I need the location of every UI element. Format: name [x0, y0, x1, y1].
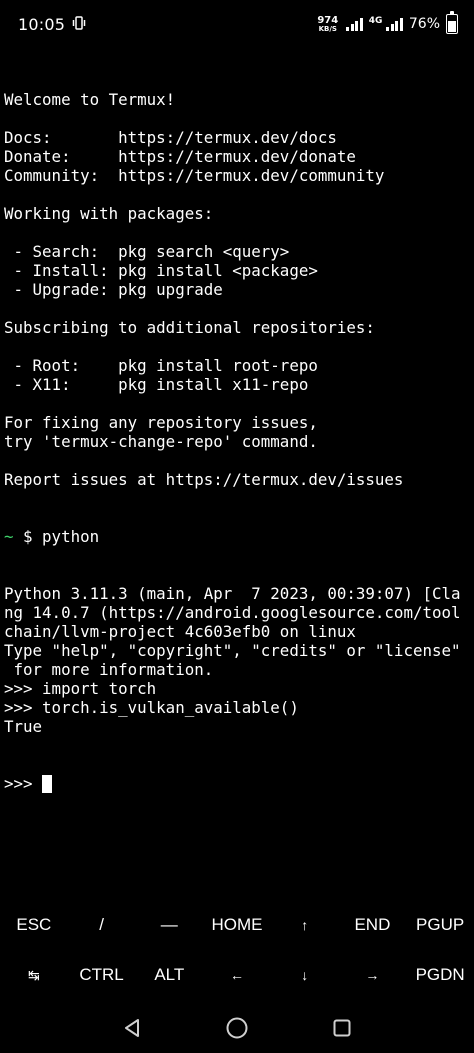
terminal-cursor — [42, 775, 53, 793]
key-tab[interactable]: ↹ — [0, 950, 68, 1000]
key-dash[interactable]: — — [135, 900, 203, 950]
key-arrow-down[interactable]: ↓ — [271, 950, 339, 1000]
vibrate-icon — [71, 15, 87, 33]
terminal-line: Report issues at https://termux.dev/issu… — [4, 470, 404, 489]
terminal-line: - Root: pkg install root-repo — [4, 356, 318, 375]
terminal-line: Docs: https://termux.dev/docs — [4, 128, 337, 147]
network-speed-value: 974 — [317, 14, 339, 26]
battery-percent: 76% — [408, 16, 440, 32]
network-speed-unit: KB/S — [318, 24, 337, 33]
python-output: Python 3.11.3 (main, Apr 7 2023, 00:39:0… — [4, 584, 470, 736]
shell-command: $ python — [13, 527, 100, 546]
status-bar: 10:05 974 KB/S 4G 76% — [0, 0, 474, 48]
status-left: 10:05 — [18, 15, 87, 34]
terminal-line: For fixing any repository issues, — [4, 413, 318, 432]
navigation-bar — [0, 1003, 474, 1053]
status-time: 10:05 — [18, 14, 66, 34]
key-pgup[interactable]: PGUP — [406, 900, 474, 950]
terminal-line: Python 3.11.3 (main, Apr 7 2023, 00:39:0… — [4, 584, 461, 603]
terminal-line: - Search: pkg search <query> — [4, 242, 290, 261]
key-arrow-up[interactable]: ↑ — [271, 900, 339, 950]
signal-icon — [346, 17, 363, 31]
terminal-line: Type "help", "copyright", "credits" or "… — [4, 641, 461, 660]
key-pgdn[interactable]: PGDN — [406, 950, 474, 1000]
terminal-line: - Upgrade: pkg upgrade — [4, 280, 223, 299]
status-right: 974 KB/S 4G 76% — [317, 11, 458, 34]
home-circle-icon[interactable] — [217, 1008, 257, 1048]
terminal-line: Subscribing to additional repositories: — [4, 318, 375, 337]
back-triangle-icon[interactable] — [112, 1008, 152, 1048]
terminal-line: - X11: pkg install x11-repo — [4, 375, 309, 394]
key-ctrl[interactable]: CTRL — [68, 950, 136, 1000]
terminal-line: Donate: https://termux.dev/donate — [4, 147, 356, 166]
terminal-line: Welcome to Termux! — [4, 90, 176, 109]
terminal-line: >>> import torch — [4, 679, 157, 698]
welcome-message: Welcome to Termux! Docs: https://termux.d… — [4, 90, 470, 489]
terminal-line: - Install: pkg install <package> — [4, 261, 318, 280]
key-arrow-right[interactable]: → — [339, 950, 407, 1000]
key-end[interactable]: END — [339, 900, 407, 950]
key-slash[interactable]: / — [68, 900, 136, 950]
key-alt[interactable]: ALT — [135, 950, 203, 1000]
key-arrow-left[interactable]: ← — [203, 950, 271, 1000]
terminal-line: try 'termux-change-repo' command. — [4, 432, 318, 451]
current-prompt-line[interactable]: >>> — [4, 774, 470, 793]
extra-keys-bar: ESC / — HOME ↑ END PGUP ↹ CTRL ALT ← ↓ →… — [0, 900, 474, 1000]
terminal-view[interactable]: Welcome to Termux! Docs: https://termux.d… — [4, 52, 470, 812]
terminal-line: >>> torch.is_vulkan_available() — [4, 698, 299, 717]
shell-command-line: ~ $ python — [4, 527, 470, 546]
network-type: 4G — [368, 16, 383, 26]
terminal-line: chain/llvm-project 4c603efb0 on linux — [4, 622, 356, 641]
recents-square-icon[interactable] — [322, 1008, 362, 1048]
terminal-line: ng 14.0.7 (https://android.googlesource.… — [4, 603, 461, 622]
battery-icon — [446, 11, 458, 34]
signal-icon-2 — [386, 17, 403, 31]
python-prompt: >>> — [4, 774, 43, 793]
terminal-line: True — [4, 717, 43, 736]
key-home[interactable]: HOME — [203, 900, 271, 950]
key-esc[interactable]: ESC — [0, 900, 68, 950]
network-speed: 974 KB/S — [317, 14, 339, 33]
terminal-line: Community: https://termux.dev/community — [4, 166, 385, 185]
prompt-tilde: ~ — [4, 527, 14, 546]
terminal-line: Working with packages: — [4, 204, 214, 223]
terminal-line: for more information. — [4, 660, 214, 679]
